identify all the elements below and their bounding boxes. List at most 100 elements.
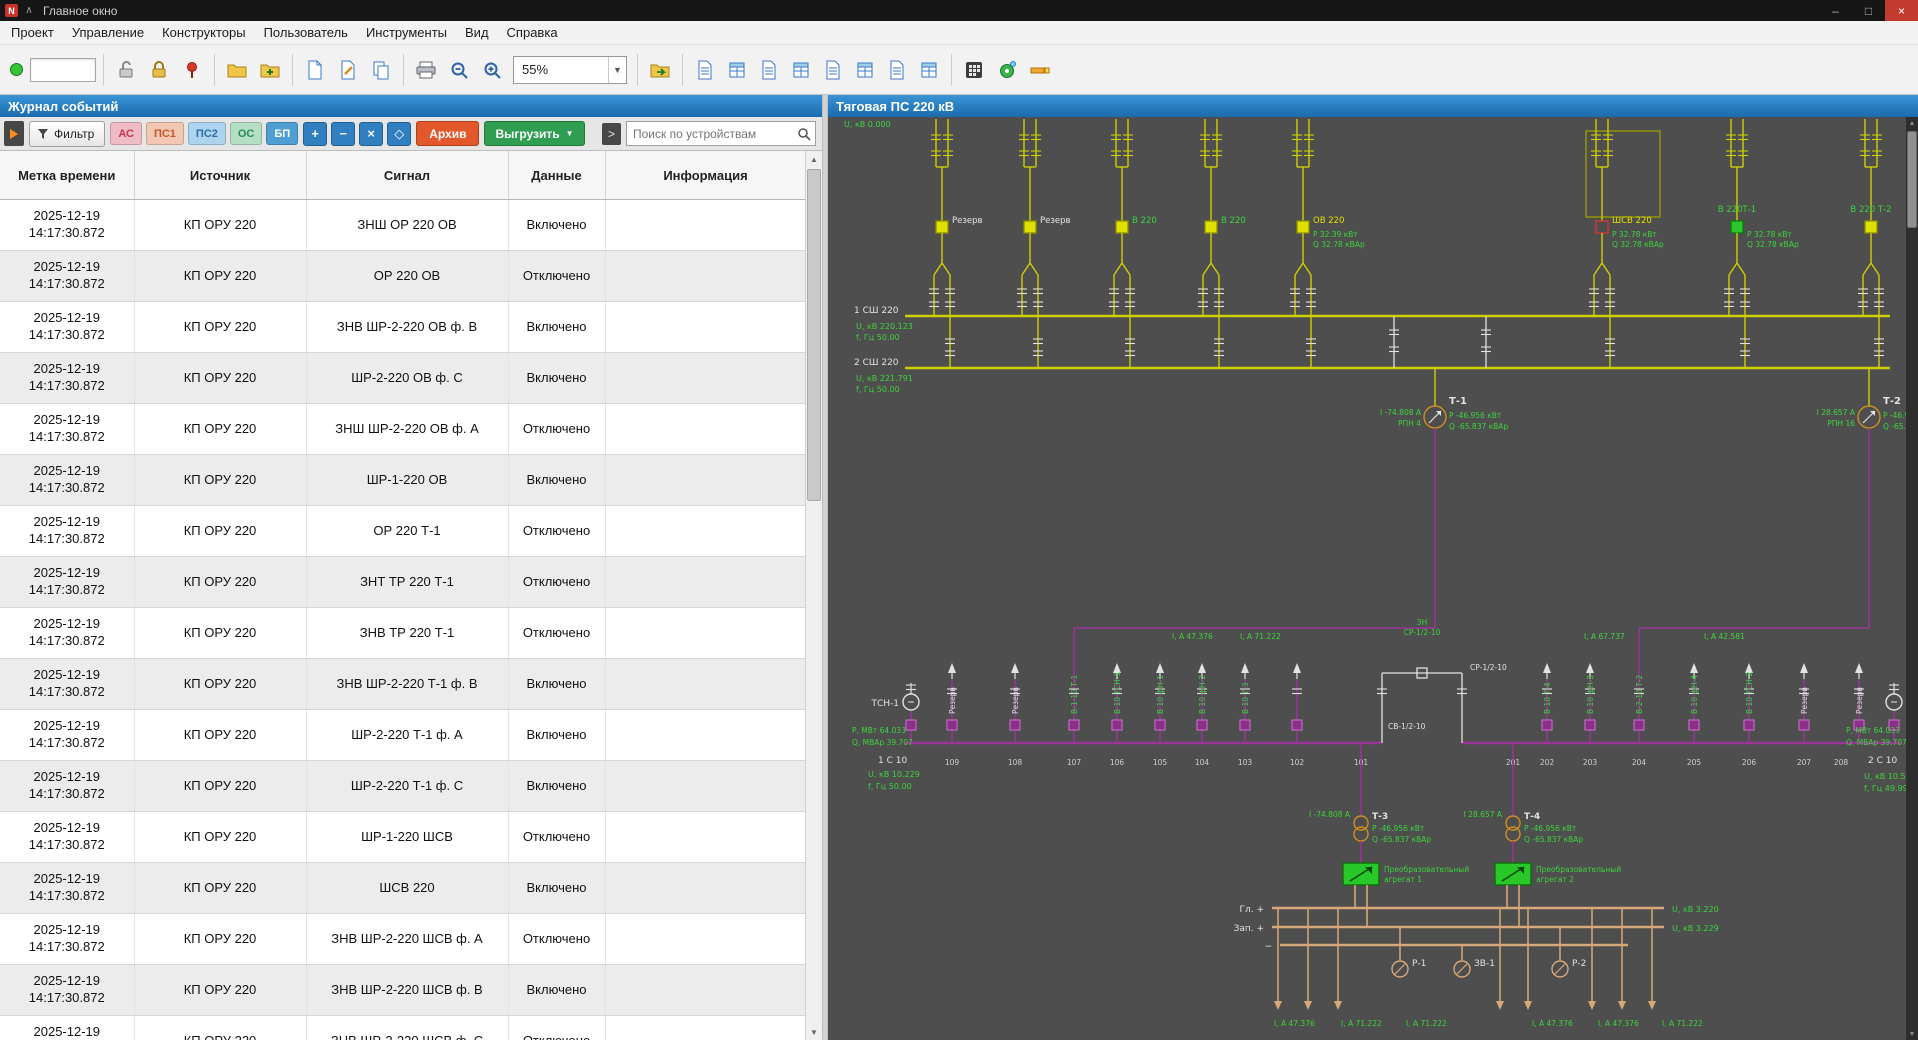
- minimize-button[interactable]: –: [1819, 0, 1852, 21]
- filter-button[interactable]: Фильтр: [29, 121, 105, 147]
- marker-button[interactable]: ◇: [387, 122, 411, 146]
- document-icon: [696, 60, 714, 80]
- event-row[interactable]: 2025-12-1914:17:30.872КП ОРУ 220ЗНВ ТР 2…: [0, 608, 805, 659]
- column-header[interactable]: Сигнал: [306, 151, 508, 200]
- scrollbar-thumb[interactable]: [1907, 131, 1917, 228]
- search-icon[interactable]: [793, 127, 815, 141]
- menu-item-1[interactable]: Проект: [2, 23, 63, 42]
- event-row[interactable]: 2025-12-1914:17:30.872КП ОРУ 220ЗНВ ШР-2…: [0, 302, 805, 353]
- zoom-out-button[interactable]: [444, 54, 474, 86]
- scroll-up-icon[interactable]: ▲: [806, 151, 822, 167]
- cell-signal: ОР 220 ОВ: [306, 251, 508, 302]
- menu-item-4[interactable]: Пользователь: [255, 23, 357, 42]
- legend-button[interactable]: [1025, 54, 1055, 86]
- cell-data: Отключено: [508, 557, 605, 608]
- diagram-rect: [1010, 720, 1020, 730]
- menu-item-5[interactable]: Инструменты: [357, 23, 456, 42]
- clear-button[interactable]: ×: [359, 122, 383, 146]
- event-row[interactable]: 2025-12-1914:17:30.872КП ОРУ 220ОР 220 О…: [0, 251, 805, 302]
- menu-item-3[interactable]: Конструкторы: [153, 23, 254, 42]
- document-button-2[interactable]: [722, 54, 752, 86]
- diagram-rect: [1292, 720, 1302, 730]
- print-button[interactable]: [411, 54, 441, 86]
- archive-button[interactable]: Архив: [416, 121, 479, 146]
- scroll-down-icon[interactable]: ▼: [1906, 1028, 1918, 1040]
- cell-source: КП ОРУ 220: [134, 404, 306, 455]
- cell-timestamp: 2025-12-1914:17:30.872: [0, 710, 134, 761]
- table-document-icon: [792, 60, 810, 80]
- remove-button[interactable]: −: [331, 122, 355, 146]
- scroll-up-icon[interactable]: ▲: [1906, 117, 1918, 129]
- close-button[interactable]: ×: [1885, 0, 1918, 21]
- substation-diagram[interactable]: U, кВ 0.0001 СШ 220U, кВ 220.123f, Гц 50…: [828, 117, 1906, 1040]
- event-row[interactable]: 2025-12-1914:17:30.872КП ОРУ 220ЗНВ ШР-2…: [0, 659, 805, 710]
- document-button-5[interactable]: [818, 54, 848, 86]
- scroll-down-icon[interactable]: ▼: [806, 1024, 822, 1040]
- event-row[interactable]: 2025-12-1914:17:30.872КП ОРУ 220ШР-1-220…: [0, 455, 805, 506]
- menu-item-2[interactable]: Управление: [63, 23, 153, 42]
- document-button-1[interactable]: [690, 54, 720, 86]
- cell-signal: ШР-2-220 Т-1 ф. А: [306, 710, 508, 761]
- column-header[interactable]: Информация: [605, 151, 805, 200]
- event-table-scrollbar[interactable]: ▲ ▼: [805, 151, 822, 1040]
- event-row[interactable]: 2025-12-1914:17:30.872КП ОРУ 220ЗНШ ОР 2…: [0, 200, 805, 251]
- filter-badge-ПС1[interactable]: ПС1: [146, 122, 184, 145]
- diagram-label: В-1-10 Т-1: [1070, 674, 1079, 714]
- event-row[interactable]: 2025-12-1914:17:30.872КП ОРУ 220ШР-1-220…: [0, 812, 805, 863]
- zoom-in-icon: [482, 60, 502, 80]
- diagram-label: Q -65.837 кВАр: [1449, 422, 1508, 431]
- pin-button[interactable]: [177, 54, 207, 86]
- calculator-button[interactable]: [959, 54, 989, 86]
- play-button[interactable]: [4, 121, 24, 146]
- diagram-label: 206: [1742, 758, 1757, 767]
- document-button-7[interactable]: [882, 54, 912, 86]
- event-row[interactable]: 2025-12-1914:17:30.872КП ОРУ 220ЗНВ ШР-2…: [0, 914, 805, 965]
- filter-badge-АС[interactable]: АС: [110, 122, 142, 145]
- document-button-3[interactable]: [754, 54, 784, 86]
- zoom-in-button[interactable]: [477, 54, 507, 86]
- topology-button[interactable]: [992, 54, 1022, 86]
- document-button-4[interactable]: [786, 54, 816, 86]
- edit-file-button[interactable]: [333, 54, 363, 86]
- address-field[interactable]: [30, 58, 96, 82]
- menu-item-7[interactable]: Справка: [498, 23, 567, 42]
- search-input[interactable]: [627, 127, 793, 141]
- event-row[interactable]: 2025-12-1914:17:30.872КП ОРУ 220ЗНВ ШР-2…: [0, 1016, 805, 1040]
- column-header[interactable]: Источник: [134, 151, 306, 200]
- event-row[interactable]: 2025-12-1914:17:30.872КП ОРУ 220ЗНТ ТР 2…: [0, 557, 805, 608]
- event-row[interactable]: 2025-12-1914:17:30.872КП ОРУ 220ЗНВ ШР-2…: [0, 965, 805, 1016]
- filter-badge-БП[interactable]: БП: [266, 122, 298, 145]
- zoom-select[interactable]: 55% ▼: [513, 56, 627, 84]
- diagram-label: Резерв: [1800, 687, 1809, 714]
- event-row[interactable]: 2025-12-1914:17:30.872КП ОРУ 220ШР-2-220…: [0, 710, 805, 761]
- open-folder-button[interactable]: [222, 54, 252, 86]
- event-row[interactable]: 2025-12-1914:17:30.872КП ОРУ 220ШР-2-220…: [0, 761, 805, 812]
- column-header[interactable]: Метка времени: [0, 151, 134, 200]
- event-row[interactable]: 2025-12-1914:17:30.872КП ОРУ 220ШСВ 220В…: [0, 863, 805, 914]
- cell-timestamp: 2025-12-1914:17:30.872: [0, 506, 134, 557]
- scrollbar-thumb[interactable]: [807, 169, 821, 501]
- event-row[interactable]: 2025-12-1914:17:30.872КП ОРУ 220ШР-2-220…: [0, 353, 805, 404]
- new-file-button[interactable]: [300, 54, 330, 86]
- diagram-label: СВ-1/2-10: [1388, 722, 1426, 731]
- add-button[interactable]: +: [303, 122, 327, 146]
- cell-timestamp: 2025-12-1914:17:30.872: [0, 863, 134, 914]
- add-folder-button[interactable]: [255, 54, 285, 86]
- document-button-8[interactable]: [914, 54, 944, 86]
- export-folder-button[interactable]: [645, 54, 675, 86]
- menu-item-6[interactable]: Вид: [456, 23, 498, 42]
- copy-file-button[interactable]: [366, 54, 396, 86]
- export-button[interactable]: Выгрузить ▼: [484, 121, 584, 146]
- column-header[interactable]: Данные: [508, 151, 605, 200]
- diagram-circle: [1354, 816, 1368, 830]
- search-expand-button[interactable]: >: [602, 123, 621, 145]
- maximize-button[interactable]: □: [1852, 0, 1885, 21]
- lock-button[interactable]: [144, 54, 174, 86]
- diagram-scrollbar[interactable]: ▲ ▼: [1906, 117, 1918, 1040]
- document-button-6[interactable]: [850, 54, 880, 86]
- event-row[interactable]: 2025-12-1914:17:30.872КП ОРУ 220ОР 220 Т…: [0, 506, 805, 557]
- filter-badge-ОС[interactable]: ОС: [230, 122, 263, 145]
- filter-badge-ПС2[interactable]: ПС2: [188, 122, 226, 145]
- event-row[interactable]: 2025-12-1914:17:30.872КП ОРУ 220ЗНШ ШР-2…: [0, 404, 805, 455]
- unlock-button[interactable]: [111, 54, 141, 86]
